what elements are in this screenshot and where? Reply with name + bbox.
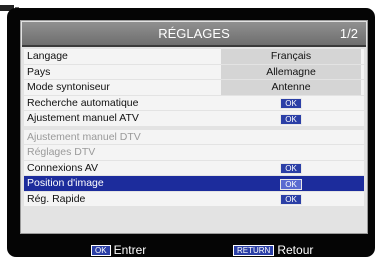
setting-picture-position[interactable]: Position d'image OK bbox=[24, 176, 364, 191]
menu-title: RÉGLAGES bbox=[158, 26, 230, 41]
setting-label: Ajustement manuel DTV bbox=[27, 130, 141, 143]
title-bar: RÉGLAGES 1/2 bbox=[22, 22, 366, 47]
setting-label: Réglages DTV bbox=[27, 146, 96, 158]
setting-label: Ajustement manuel ATV bbox=[27, 112, 139, 124]
setting-auto-search[interactable]: Recherche automatique OK bbox=[24, 95, 364, 110]
return-key-icon: RETURN bbox=[233, 245, 275, 257]
setting-tuner-mode[interactable]: Mode syntoniseur Antenne bbox=[24, 80, 364, 95]
setting-label: Mode syntoniseur bbox=[27, 81, 110, 93]
setting-quick-setup[interactable]: Rég. Rapide OK bbox=[24, 191, 364, 206]
settings-panel: RÉGLAGES 1/2 Langage Français Pays Allem… bbox=[20, 20, 368, 234]
setting-manual-atv[interactable]: Ajustement manuel ATV OK bbox=[24, 111, 364, 126]
setting-label: Pays bbox=[27, 65, 51, 78]
country-value: Allemagne bbox=[221, 64, 361, 79]
setting-label: Position d'image bbox=[27, 177, 104, 189]
ok-button[interactable]: OK bbox=[280, 113, 302, 125]
setting-dtv-settings: Réglages DTV bbox=[24, 145, 364, 160]
ok-button[interactable]: OK bbox=[280, 163, 302, 175]
setting-language[interactable]: Langage Français bbox=[24, 49, 364, 64]
settings-list: Langage Français Pays Allemagne Mode syn… bbox=[24, 49, 364, 207]
setting-label: Langage bbox=[27, 50, 68, 62]
corner-icon bbox=[0, 0, 22, 11]
return-hint[interactable]: RETURN Retour bbox=[233, 243, 313, 257]
page-indicator: 1/2 bbox=[339, 26, 358, 41]
setting-label: Recherche automatique bbox=[27, 96, 139, 109]
setting-label: Connexions AV bbox=[27, 161, 99, 174]
language-value: Français bbox=[221, 49, 361, 64]
enter-label: Entrer bbox=[113, 243, 147, 257]
footer-hints: OK Entrer RETURN Retour bbox=[7, 240, 375, 257]
setting-manual-dtv: Ajustement manuel DTV bbox=[24, 129, 364, 144]
setting-av-connections[interactable]: Connexions AV OK bbox=[24, 160, 364, 175]
setting-label: Rég. Rapide bbox=[27, 192, 86, 205]
ok-button[interactable]: OK bbox=[280, 178, 302, 190]
return-label: Retour bbox=[277, 243, 314, 257]
enter-hint[interactable]: OK Entrer bbox=[91, 243, 146, 257]
ok-key-icon: OK bbox=[91, 245, 111, 257]
ok-button[interactable]: OK bbox=[280, 194, 302, 206]
setting-country[interactable]: Pays Allemagne bbox=[24, 64, 364, 79]
ok-button[interactable]: OK bbox=[280, 98, 302, 110]
tuner-mode-value: Antenne bbox=[221, 80, 361, 95]
